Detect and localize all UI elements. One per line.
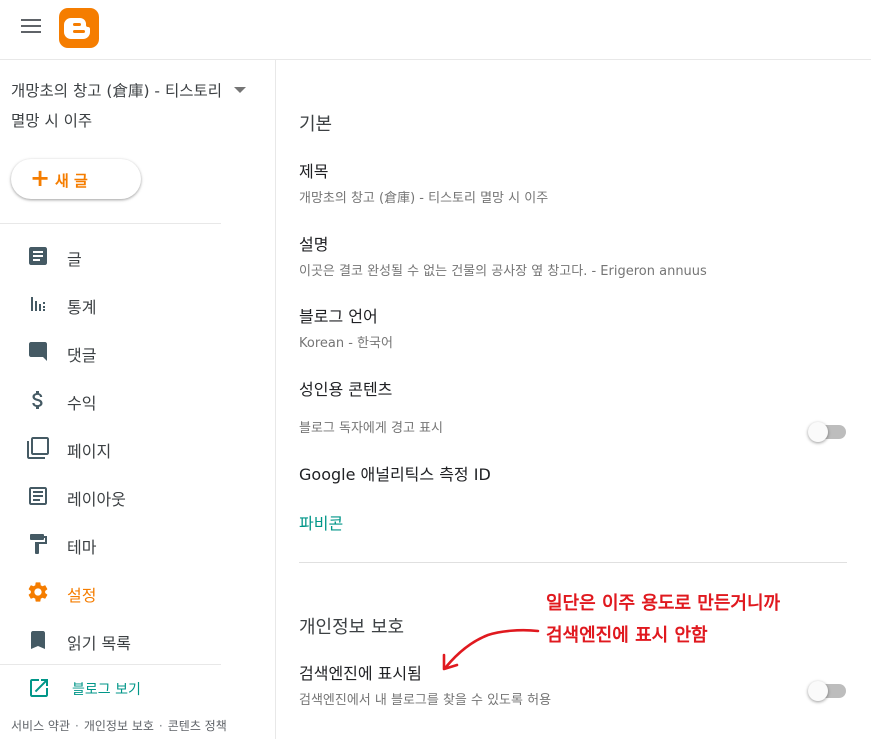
gear-icon [28,582,48,602]
sidebar-item-label: 글 [67,250,82,269]
sidebar-item-label: 설정 [67,586,97,605]
setting-google-analytics[interactable]: Google 애널리틱스 측정 ID [299,464,847,486]
sidebar-item-pages[interactable]: 페이지 [0,426,221,470]
view-blog-link[interactable]: 블로그 보기 [0,668,221,708]
setting-value: Korean - 한국어 [299,336,393,351]
dollar-icon [32,391,43,409]
sidebar-item-reading-list[interactable]: 읽기 목록 [0,618,221,662]
separator-dot: · [158,719,163,733]
setting-value: 이곳은 결코 완성될 수 없는 건물의 공사장 옆 창고다. - Erigero… [299,264,707,279]
search-visible-toggle[interactable] [808,680,846,701]
annotation-arrow-icon [442,628,540,671]
setting-title[interactable]: 제목 개망초의 창고 (倉庫) - 티스토리 멸망 시 이주 [299,161,847,209]
setting-name: 설명 [299,235,329,254]
setting-name: 검색엔진에 표시됨 [299,664,422,683]
setting-name: 성인용 콘텐츠 [299,380,393,399]
layout-icon [29,487,47,505]
sidebar-item-label: 읽기 목록 [67,634,131,653]
sidebar-item-label: 댓글 [67,346,97,365]
sidebar-item-comments[interactable]: 댓글 [0,330,221,374]
sidebar-item-earnings[interactable]: 수익 [0,378,221,422]
sidebar-item-settings[interactable]: 설정 [0,570,221,614]
sidebar-item-posts[interactable]: 글 [0,234,221,278]
sidebar-item-layout[interactable]: 레이아웃 [0,474,221,518]
pages-icon [27,437,49,459]
hamburger-menu-icon[interactable] [21,19,41,35]
terms-link[interactable]: 서비스 약관 [11,719,70,733]
separator-dot: · [75,719,79,733]
annotation-line: 검색엔진에 표시 안함 [546,625,708,646]
annotation-line: 일단은 이주 용도로 만든거니까 [546,593,781,614]
sidebar-item-label: 페이지 [67,442,112,461]
sidebar-item-label: 수익 [67,394,97,413]
content-policy-link[interactable]: 콘텐츠 정책 [168,719,227,733]
sidebar-divider [0,223,221,224]
setting-adult-content[interactable]: 성인용 콘텐츠 블로그 독자에게 경고 표시 [299,379,847,439]
open-in-new-icon [30,679,48,697]
new-post-label: 새 글 [55,172,88,190]
new-post-button[interactable]: + 새 글 [11,159,141,199]
setting-name: 제목 [299,162,329,181]
annotation-note: 일단은 이주 용도로 만든거니까 검색엔진에 표시 안함 [546,588,780,652]
setting-description[interactable]: 설명 이곳은 결코 완성될 수 없는 건물의 공사장 옆 창고다. - Erig… [299,234,847,282]
top-app-bar [0,0,871,60]
setting-blog-language[interactable]: 블로그 언어 Korean - 한국어 [299,306,847,354]
setting-desc: 블로그 독자에게 경고 표시 [299,421,443,436]
view-blog-label: 블로그 보기 [72,682,141,698]
section-title-privacy: 개인정보 보호 [299,617,405,638]
bookmark-icon [31,631,45,649]
sidebar-divider [0,664,221,665]
footer-links: 서비스 약관 · 개인정보 보호 · 콘텐츠 정책 [11,717,227,734]
setting-name: 블로그 언어 [299,307,378,326]
sidebar: 개망초의 창고 (倉庫) - 티스토리 멸망 시 이주 + 새 글 글 통계 댓… [0,60,276,739]
sidebar-item-label: 레이아웃 [67,490,126,509]
toggle-thumb [808,422,828,442]
setting-value: 개망초의 창고 (倉庫) - 티스토리 멸망 시 이주 [299,191,549,206]
blogger-logo-icon[interactable] [59,8,99,48]
paint-roller-icon [30,534,47,554]
privacy-link[interactable]: 개인정보 보호 [84,719,154,733]
sidebar-item-stats[interactable]: 통계 [0,282,221,326]
setting-search-visible[interactable]: 검색엔진에 표시됨 검색엔진에서 내 블로그를 찾을 수 있도록 허용 [299,663,847,711]
sidebar-item-theme[interactable]: 테마 [0,522,221,566]
setting-name: Google 애널리틱스 측정 ID [299,465,491,484]
section-divider [299,562,847,563]
sidebar-item-label: 통계 [67,298,97,317]
blog-selector-dropdown-icon[interactable] [234,87,246,93]
blog-selector-title[interactable]: 개망초의 창고 (倉庫) - 티스토리 멸망 시 이주 [11,76,226,136]
plus-icon: + [30,164,51,192]
setting-favicon[interactable]: 파비콘 [299,510,343,534]
adult-content-toggle[interactable] [808,421,846,442]
section-title-basic: 기본 [299,114,333,135]
stats-icon [31,297,45,311]
toggle-thumb [808,681,828,701]
posts-icon [29,247,47,265]
setting-desc: 검색엔진에서 내 블로그를 찾을 수 있도록 허용 [299,693,552,708]
sidebar-item-label: 테마 [67,538,97,557]
comments-icon [29,342,47,361]
